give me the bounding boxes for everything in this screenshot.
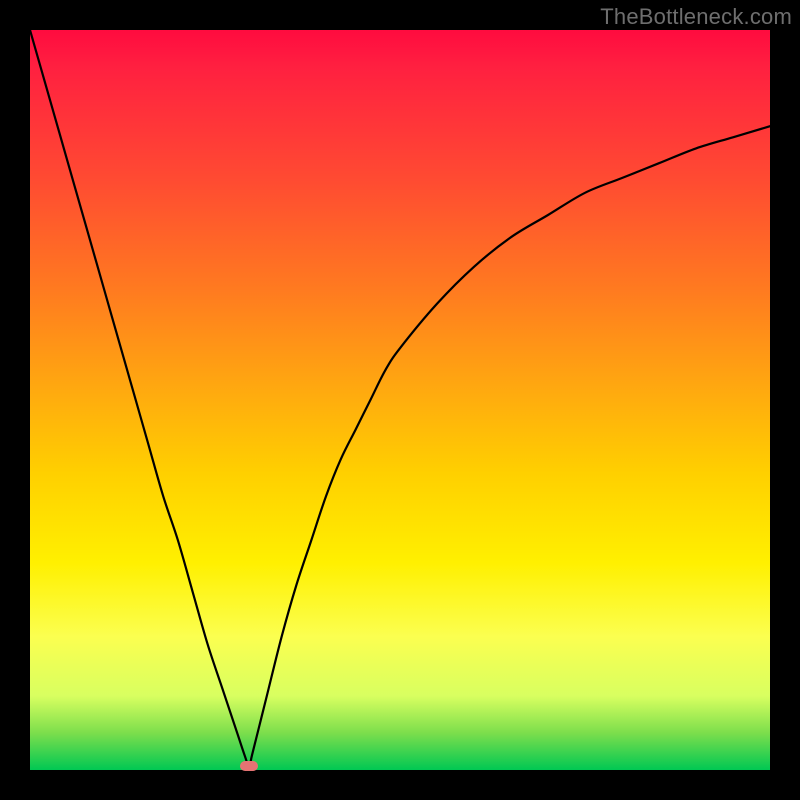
watermark-text: TheBottleneck.com [600,4,792,30]
minimum-marker [240,761,258,771]
chart-frame: TheBottleneck.com [0,0,800,800]
bottleneck-curve [30,30,770,770]
plot-area [30,30,770,770]
